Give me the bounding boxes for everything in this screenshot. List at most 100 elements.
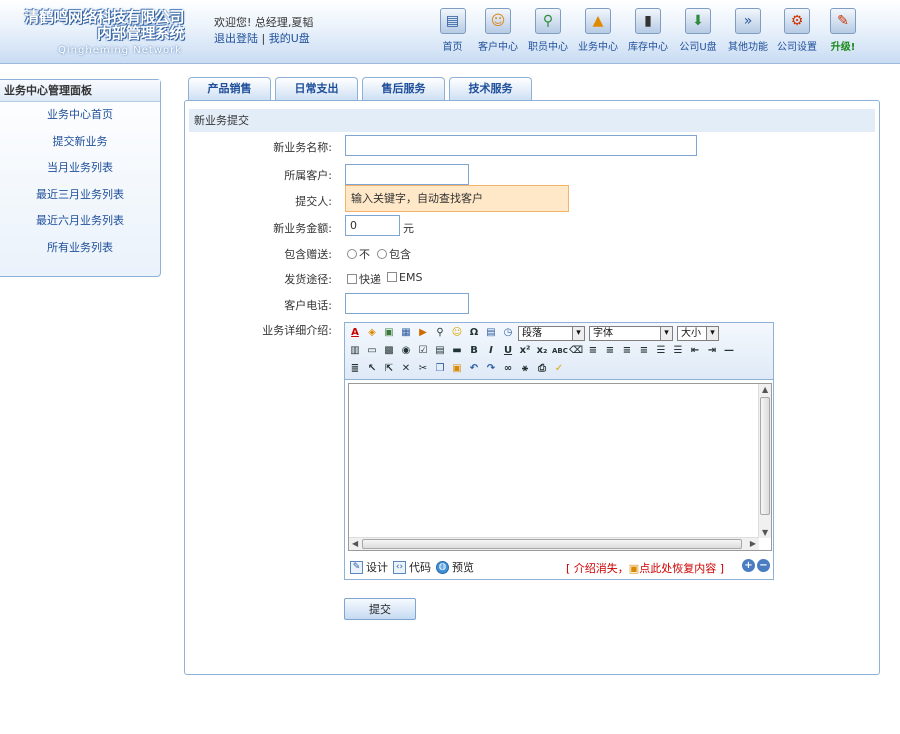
unlink-icon[interactable]: ⚹ bbox=[518, 362, 532, 376]
design-icon: ✎ bbox=[350, 560, 363, 574]
rich-text-editor: A ◈ ▣ ▦ ▶ ⚲ ☺ Ω ▤ ◷ 段落 字体 大小 ▥ ▭ ▩ ◉ ☑ ▤… bbox=[344, 322, 774, 580]
underline-icon[interactable]: U bbox=[501, 344, 515, 358]
sidebar-link[interactable]: 所有业务列表 bbox=[47, 241, 113, 254]
cut-icon[interactable]: ✂ bbox=[416, 362, 430, 376]
scroll-thumb[interactable] bbox=[362, 539, 742, 549]
superscript-icon[interactable]: x² bbox=[518, 344, 532, 358]
select-pointer-icon[interactable]: ⇱ bbox=[382, 362, 396, 376]
amount-input[interactable] bbox=[345, 215, 400, 236]
align-left-icon[interactable]: ≡ bbox=[586, 344, 600, 358]
delete-icon[interactable]: ✕ bbox=[399, 362, 413, 376]
table-icon[interactable]: ▦ bbox=[399, 326, 413, 340]
scroll-right-icon[interactable]: ▶ bbox=[750, 539, 756, 548]
indent-icon[interactable]: ⇥ bbox=[705, 344, 719, 358]
form-icon[interactable]: ▥ bbox=[348, 344, 362, 358]
nav-udisk[interactable]: ⬇ 公司U盘 bbox=[673, 8, 723, 58]
editor-content-area[interactable]: ▲ ▼ ◀ ▶ bbox=[348, 383, 772, 551]
logout-link[interactable]: 退出登陆 bbox=[214, 32, 258, 45]
clock-icon[interactable]: ◷ bbox=[501, 326, 515, 340]
scroll-thumb[interactable] bbox=[760, 397, 770, 515]
find-icon[interactable]: ⚲ bbox=[433, 326, 447, 340]
shipping-option-ems[interactable]: EMS bbox=[387, 271, 422, 284]
nav-business[interactable]: ▲ 业务中心 bbox=[573, 8, 623, 58]
paste-icon[interactable]: ▣ bbox=[450, 362, 464, 376]
restore-content-link[interactable]: 点此处恢复内容 bbox=[639, 562, 716, 575]
scroll-left-icon[interactable]: ◀ bbox=[352, 539, 358, 548]
sidebar-link[interactable]: 最近六月业务列表 bbox=[36, 214, 124, 227]
enlarge-icon[interactable]: + bbox=[742, 559, 755, 572]
font-select[interactable]: 字体 bbox=[589, 325, 673, 341]
gift-option-yes[interactable]: 包含 bbox=[377, 246, 411, 262]
tab-tech-service[interactable]: 技术服务 bbox=[449, 77, 532, 100]
sidebar-link[interactable]: 最近三月业务列表 bbox=[36, 188, 124, 201]
horizontal-line-icon[interactable]: — bbox=[722, 344, 736, 358]
font-color-icon[interactable]: A bbox=[348, 326, 362, 340]
sidebar-link[interactable]: 当月业务列表 bbox=[47, 161, 113, 174]
checkbox[interactable] bbox=[387, 272, 397, 282]
mode-preview-button[interactable]: ◍ 预览 bbox=[436, 559, 474, 575]
nav-home[interactable]: ▤ 首页 bbox=[432, 8, 473, 58]
bold-icon[interactable]: B bbox=[467, 344, 481, 358]
align-center-icon[interactable]: ≡ bbox=[603, 344, 617, 358]
gift-option-no[interactable]: 不 bbox=[347, 246, 370, 262]
shipping-option-express[interactable]: 快递 bbox=[347, 271, 381, 287]
nav-customer[interactable]: ☺ 客户中心 bbox=[473, 8, 523, 58]
nav-settings[interactable]: ⚙ 公司设置 bbox=[773, 8, 821, 58]
mode-design-button[interactable]: ✎ 设计 bbox=[350, 559, 388, 575]
size-select[interactable]: 大小 bbox=[677, 325, 719, 341]
phone-input[interactable] bbox=[345, 293, 469, 314]
clean-icon[interactable]: ✓ bbox=[552, 362, 566, 376]
checkbox[interactable] bbox=[347, 274, 357, 284]
copy-icon[interactable]: ❐ bbox=[433, 362, 447, 376]
submit-button[interactable]: 提交 bbox=[344, 598, 416, 620]
strikethrough-icon[interactable]: ABC bbox=[552, 344, 568, 358]
vertical-scrollbar[interactable]: ▲ ▼ bbox=[758, 384, 771, 538]
eraser-icon[interactable]: ⌫ bbox=[569, 344, 583, 358]
nav-staff[interactable]: ⚲ 职员中心 bbox=[523, 8, 573, 58]
outdent-icon[interactable]: ⇤ bbox=[688, 344, 702, 358]
redo-icon[interactable]: ↷ bbox=[484, 362, 498, 376]
justify-icon[interactable]: ≡ bbox=[637, 344, 651, 358]
highlight-icon[interactable]: ◈ bbox=[365, 326, 379, 340]
sidebar-link[interactable]: 业务中心首页 bbox=[47, 108, 113, 121]
undo-icon[interactable]: ↶ bbox=[467, 362, 481, 376]
emoticon-icon[interactable]: ☺ bbox=[450, 326, 464, 340]
text-field-icon[interactable]: ▭ bbox=[365, 344, 379, 358]
subscript-icon[interactable]: x₂ bbox=[535, 344, 549, 358]
print-icon[interactable]: ⎙ bbox=[535, 362, 549, 376]
radio-icon[interactable]: ◉ bbox=[399, 344, 413, 358]
radio-button[interactable] bbox=[377, 249, 387, 259]
horizontal-scrollbar[interactable]: ◀ ▶ bbox=[349, 537, 759, 550]
date-icon[interactable]: ▤ bbox=[484, 326, 498, 340]
media-icon[interactable]: ▶ bbox=[416, 326, 430, 340]
scroll-down-icon[interactable]: ▼ bbox=[762, 528, 768, 537]
nav-other[interactable]: » 其他功能 bbox=[723, 8, 773, 58]
paragraph-icon[interactable]: ≣ bbox=[348, 362, 362, 376]
tab-product-sales[interactable]: 产品销售 bbox=[188, 77, 271, 100]
business-name-input[interactable] bbox=[345, 135, 697, 156]
mode-code-button[interactable]: ‹› 代码 bbox=[393, 559, 431, 575]
shrink-icon[interactable]: − bbox=[757, 559, 770, 572]
checkbox-icon[interactable]: ☑ bbox=[416, 344, 430, 358]
tab-daily-expenses[interactable]: 日常支出 bbox=[275, 77, 358, 100]
link-icon[interactable]: ∞ bbox=[501, 362, 515, 376]
pointer-icon[interactable]: ↖ bbox=[365, 362, 379, 376]
sidebar-link[interactable]: 提交新业务 bbox=[53, 135, 108, 148]
tab-after-sales[interactable]: 售后服务 bbox=[362, 77, 445, 100]
hr-icon[interactable]: ▬ bbox=[450, 344, 464, 358]
paragraph-select[interactable]: 段落 bbox=[518, 325, 585, 341]
nav-inventory[interactable]: ▮ 库存中心 bbox=[623, 8, 673, 58]
bullet-list-icon[interactable]: ☰ bbox=[671, 344, 685, 358]
ordered-list-icon[interactable]: ☰ bbox=[654, 344, 668, 358]
italic-icon[interactable]: I bbox=[484, 344, 498, 358]
radio-button[interactable] bbox=[347, 249, 357, 259]
special-char-icon[interactable]: Ω bbox=[467, 326, 481, 340]
select-icon[interactable]: ▤ bbox=[433, 344, 447, 358]
my-disk-link[interactable]: 我的U盘 bbox=[269, 32, 310, 45]
customer-input[interactable] bbox=[345, 164, 469, 185]
align-right-icon[interactable]: ≡ bbox=[620, 344, 634, 358]
scroll-up-icon[interactable]: ▲ bbox=[762, 385, 768, 394]
nav-upgrade[interactable]: ✎ 升级! bbox=[821, 8, 865, 58]
image-icon[interactable]: ▣ bbox=[382, 326, 396, 340]
textarea-icon[interactable]: ▩ bbox=[382, 344, 396, 358]
